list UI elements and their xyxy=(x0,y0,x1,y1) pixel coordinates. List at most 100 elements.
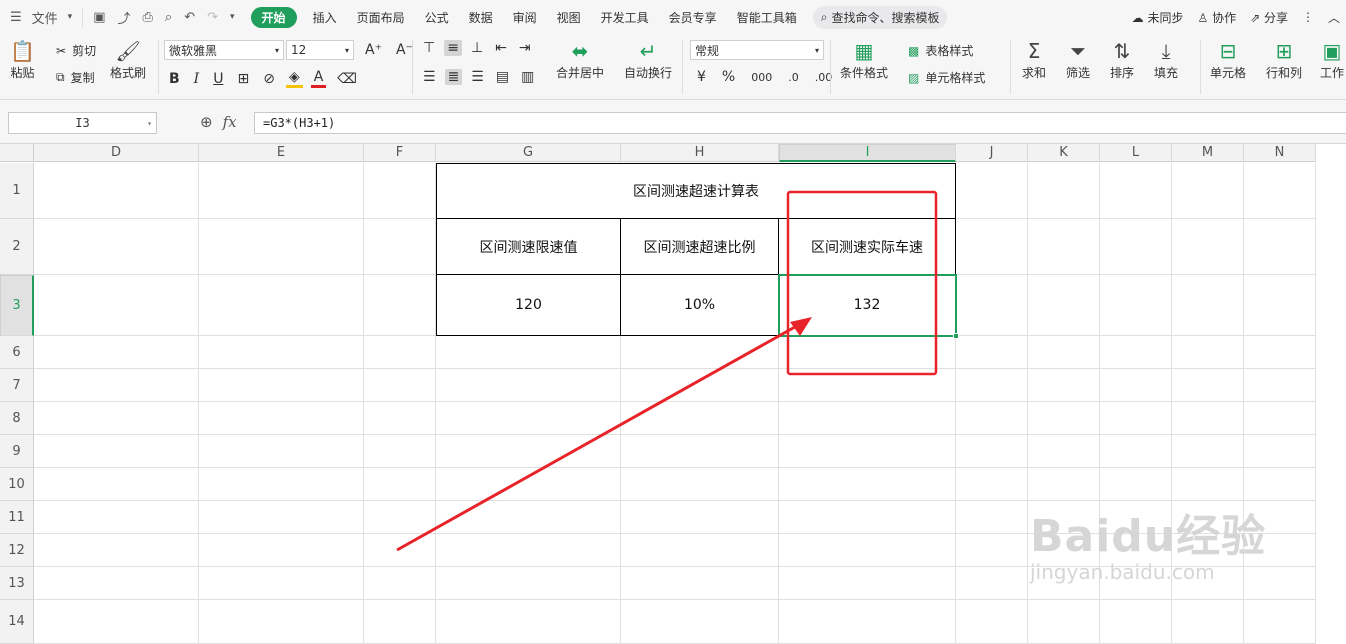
cell-k7[interactable] xyxy=(1028,369,1100,402)
column-header-d[interactable]: D xyxy=(34,144,199,162)
increase-font-icon[interactable]: A⁺ xyxy=(362,42,385,58)
column-header-i[interactable]: I xyxy=(779,144,956,162)
cell-k1[interactable] xyxy=(1028,163,1100,219)
redo-icon[interactable]: ↷ xyxy=(207,10,218,25)
row-header-7[interactable]: 7 xyxy=(0,369,34,402)
cell-h6[interactable] xyxy=(621,336,779,369)
cell-e13[interactable] xyxy=(199,567,364,600)
cell-m2[interactable] xyxy=(1172,219,1244,275)
copy-button[interactable]: ⧉ 复制 xyxy=(56,69,95,86)
cell-e7[interactable] xyxy=(199,369,364,402)
decrease-decimal-icon[interactable]: .00 xyxy=(812,71,836,84)
export-icon[interactable]: ⤴ xyxy=(118,8,131,27)
cell-l7[interactable] xyxy=(1100,369,1172,402)
cell-f7[interactable] xyxy=(364,369,436,402)
row-header-2[interactable]: 2 xyxy=(0,219,34,275)
diagonal-border-icon[interactable]: ⊘ xyxy=(260,71,278,87)
cell-k10[interactable] xyxy=(1028,468,1100,501)
format-painter-button[interactable]: 🖌 格式刷 xyxy=(110,38,146,81)
tab-developer[interactable]: 开发工具 xyxy=(591,9,659,26)
overspeed-ratio-value[interactable]: 10% xyxy=(621,275,779,336)
cell-f9[interactable] xyxy=(364,435,436,468)
more-icon[interactable]: ▾ xyxy=(230,12,235,22)
sync-button[interactable]: ☁ 未同步 xyxy=(1132,9,1184,26)
cell-f14[interactable] xyxy=(364,600,436,644)
cell-l14[interactable] xyxy=(1100,600,1172,644)
cell-k9[interactable] xyxy=(1028,435,1100,468)
cell-i13[interactable] xyxy=(779,567,956,600)
border-icon[interactable]: ⊞ xyxy=(234,71,252,87)
cell-k2[interactable] xyxy=(1028,219,1100,275)
cell-m7[interactable] xyxy=(1172,369,1244,402)
cell-f6[interactable] xyxy=(364,336,436,369)
cell-j10[interactable] xyxy=(956,468,1028,501)
cell-h7[interactable] xyxy=(621,369,779,402)
cell-e6[interactable] xyxy=(199,336,364,369)
align-center-icon[interactable]: ≣ xyxy=(444,69,463,85)
formula-input[interactable]: =G3*(H3+1) xyxy=(254,112,1346,134)
fill-color-icon[interactable]: ◈ xyxy=(285,69,303,88)
merge-center-button[interactable]: ⬌ 合并居中 xyxy=(556,38,604,81)
row-header-3[interactable]: 3 xyxy=(0,275,34,336)
cell-h14[interactable] xyxy=(621,600,779,644)
cell-n3[interactable] xyxy=(1244,275,1316,336)
column-header-e[interactable]: E xyxy=(199,144,364,162)
align-right-icon[interactable]: ☰ xyxy=(468,69,487,85)
cell-f13[interactable] xyxy=(364,567,436,600)
cell-d9[interactable] xyxy=(34,435,199,468)
cell-j3[interactable] xyxy=(956,275,1028,336)
cell-e9[interactable] xyxy=(199,435,364,468)
cell-f8[interactable] xyxy=(364,402,436,435)
indent-decrease-icon[interactable]: ⇤ xyxy=(492,40,510,56)
cell-n8[interactable] xyxy=(1244,402,1316,435)
align-top-icon[interactable]: ⊤ xyxy=(420,40,438,56)
cell-l6[interactable] xyxy=(1100,336,1172,369)
column-header-g[interactable]: G xyxy=(436,144,621,162)
cell-l9[interactable] xyxy=(1100,435,1172,468)
underline-icon[interactable]: U xyxy=(210,71,226,87)
cell-j1[interactable] xyxy=(956,163,1028,219)
cell-n1[interactable] xyxy=(1244,163,1316,219)
cell-g10[interactable] xyxy=(436,468,621,501)
tab-smart-tools[interactable]: 智能工具箱 xyxy=(727,9,807,26)
speed-limit-header[interactable]: 区间测速限速值 xyxy=(436,219,621,275)
cell-l8[interactable] xyxy=(1100,402,1172,435)
table-title-cell[interactable]: 区间测速超速计算表 xyxy=(436,163,956,219)
actual-speed-value[interactable]: 132 xyxy=(779,275,956,336)
cell-n7[interactable] xyxy=(1244,369,1316,402)
column-header-m[interactable]: M xyxy=(1172,144,1244,162)
cell-n2[interactable] xyxy=(1244,219,1316,275)
cell-f3[interactable] xyxy=(364,275,436,336)
cell-i14[interactable] xyxy=(779,600,956,644)
command-search[interactable]: ⌕ 查找命令、搜索模板 xyxy=(812,5,948,29)
cell-l1[interactable] xyxy=(1100,163,1172,219)
tab-start[interactable]: 开始 xyxy=(250,6,297,28)
percent-icon[interactable]: % xyxy=(719,69,738,85)
cell-g11[interactable] xyxy=(436,501,621,534)
undo-icon[interactable]: ↶ xyxy=(184,10,195,25)
cell-j14[interactable] xyxy=(956,600,1028,644)
fill-handle[interactable] xyxy=(953,333,959,339)
cell-d11[interactable] xyxy=(34,501,199,534)
cell-j2[interactable] xyxy=(956,219,1028,275)
row-header-1[interactable]: 1 xyxy=(0,163,34,219)
cell-g7[interactable] xyxy=(436,369,621,402)
cell-g13[interactable] xyxy=(436,567,621,600)
overspeed-ratio-header[interactable]: 区间测速超速比例 xyxy=(621,219,779,275)
cell-m3[interactable] xyxy=(1172,275,1244,336)
fx-icon[interactable]: fx xyxy=(223,113,237,131)
cell-d14[interactable] xyxy=(34,600,199,644)
cell-i11[interactable] xyxy=(779,501,956,534)
cell-style-button[interactable]: ▨ 单元格样式 xyxy=(908,69,985,86)
indent-increase-icon[interactable]: ⇥ xyxy=(516,40,534,56)
cell-n14[interactable] xyxy=(1244,600,1316,644)
italic-icon[interactable]: I xyxy=(191,71,203,87)
name-box[interactable]: I3 ▾ xyxy=(8,112,157,134)
cell-f12[interactable] xyxy=(364,534,436,567)
cell-n6[interactable] xyxy=(1244,336,1316,369)
cell-i10[interactable] xyxy=(779,468,956,501)
cell-m1[interactable] xyxy=(1172,163,1244,219)
row-col-button[interactable]: ⊞ 行和列 xyxy=(1266,38,1302,81)
cell-n9[interactable] xyxy=(1244,435,1316,468)
conditional-format-button[interactable]: ▦ 条件格式 xyxy=(840,38,888,81)
